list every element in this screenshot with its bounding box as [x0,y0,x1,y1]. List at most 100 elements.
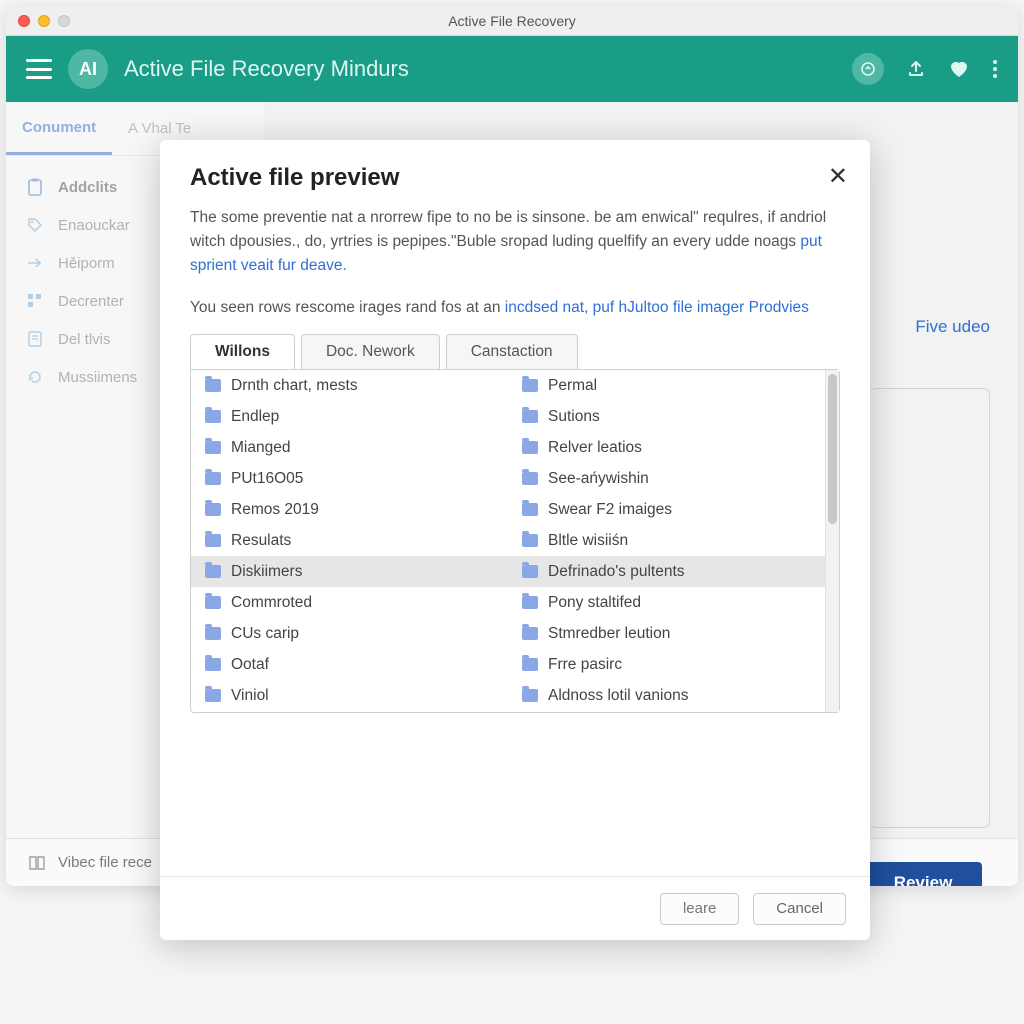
file-item-label: Aldnoss lotil vanions [548,687,688,705]
header-actions [852,53,998,85]
folder-icon [205,503,221,516]
brand-text: Active File Recovery Mindurs [124,56,836,82]
file-item[interactable]: Swear F2 imaiges [508,494,825,525]
folder-icon [205,689,221,702]
modal-tab-2[interactable]: Canstaction [446,334,578,369]
file-item[interactable]: CUs carip [191,618,508,649]
folder-icon [205,379,221,392]
folder-icon [522,565,538,578]
modal-tab-0[interactable]: Willons [190,334,295,369]
file-item[interactable]: PUt16O05 [191,463,508,494]
scrollbar-thumb[interactable] [828,374,837,524]
scrollbar[interactable] [825,370,839,712]
peek-link[interactable]: Five udeo [915,317,990,337]
file-item[interactable]: Endlep [191,401,508,432]
file-item-label: Bltle wisiiśn [548,532,628,550]
file-item[interactable]: Bltle wisiiśn [508,525,825,556]
menu-icon[interactable] [26,59,52,79]
file-item[interactable]: Relver leatios [508,432,825,463]
file-item[interactable]: Ootaf [191,649,508,680]
file-item[interactable]: Stmredber leution [508,618,825,649]
folder-icon [522,658,538,671]
file-item[interactable]: Aldnoss lotil vanions [508,680,825,711]
file-item[interactable]: Permal [508,370,825,401]
circle-arrow-icon [861,62,875,76]
brand-initials: AI [79,59,97,80]
file-item[interactable]: Resulats [191,525,508,556]
modal-tab-1[interactable]: Doc. Nework [301,334,440,369]
window-title: Active File Recovery [6,13,1018,29]
folder-icon [522,503,538,516]
file-item-label: Endlep [231,408,279,426]
file-item-label: Mianged [231,439,290,457]
file-item[interactable]: Commroted [191,587,508,618]
cancel-button[interactable]: Cancel [753,893,846,925]
modal-subtext: You seen rows rescome irages rand fos at… [160,288,870,334]
file-column-right: Permal Sutions Relver leatios See-ańywishin… [508,370,825,712]
folder-icon [522,472,538,485]
modal-sub-link2[interactable]: Prodvies [749,299,809,316]
kebab-menu-icon[interactable] [992,59,998,79]
file-item[interactable]: Diskiimers [191,556,508,587]
folder-icon [205,658,221,671]
app-header: AI Active File Recovery Mindurs [6,36,1018,102]
file-item[interactable]: Drnth chart, mests [191,370,508,401]
content-panel-outline [870,388,990,828]
file-item-label: Swear F2 imaiges [548,501,672,519]
file-item-label: Sutions [548,408,600,426]
notification-button[interactable] [852,53,884,85]
close-icon[interactable]: ✕ [828,162,848,191]
file-item[interactable]: Mianged [191,432,508,463]
file-item-label: Permal [548,377,597,395]
file-preview-modal: Active file preview ✕ The some preventie… [160,140,870,940]
modal-description: The some preventie nat a nrorrew fipe to… [190,206,840,278]
file-item[interactable]: See-ańywishin [508,463,825,494]
folder-icon [522,596,538,609]
file-item[interactable]: Defrinado's pultents [508,556,825,587]
modal-footer: leare Cancel [160,876,870,940]
folder-icon [522,627,538,640]
file-item-label: CUs carip [231,625,299,643]
folder-icon [205,472,221,485]
file-item-label: Diskiimers [231,563,302,581]
file-column-left: Drnth chart, mests Endlep Mianged PUt16O05 R… [191,370,508,712]
modal-sub-text: You seen rows rescome irages rand fos at… [190,299,505,316]
file-item[interactable]: Viniol [191,680,508,711]
file-item-label: Stmredber leution [548,625,670,643]
learn-button[interactable]: leare [660,893,739,925]
file-item-label: See-ańywishin [548,470,649,488]
book-icon [28,855,46,871]
folder-icon [205,565,221,578]
file-item-label: Resulats [231,532,291,550]
file-list-pane: Drnth chart, mests Endlep Mianged PUt16O05 R… [190,369,840,713]
modal-desc-text: The some preventie nat a nrorrew fipe to… [190,209,826,250]
folder-icon [522,441,538,454]
folder-icon [205,596,221,609]
folder-icon [522,689,538,702]
file-item-label: Viniol [231,687,269,705]
folder-icon [522,534,538,547]
file-item[interactable]: Remos 2019 [191,494,508,525]
modal-sub-link1[interactable]: incdsed nat, puf hJultoo file imager [505,299,745,316]
file-item-label: Drnth chart, mests [231,377,358,395]
file-item[interactable]: Pony staltifed [508,587,825,618]
heart-icon[interactable] [948,59,970,79]
review-button[interactable]: Review [864,862,982,886]
modal-tabs: Willons Doc. Nework Canstaction [160,334,870,369]
file-item-label: Frre pasirc [548,656,622,674]
modal-header: Active file preview ✕ The some preventie… [160,140,870,288]
file-item[interactable]: Sutions [508,401,825,432]
folder-icon [522,410,538,423]
file-item-label: Pony staltifed [548,594,641,612]
file-item-label: Relver leatios [548,439,642,457]
file-item-label: Remos 2019 [231,501,319,519]
file-item-label: Ootaf [231,656,269,674]
folder-icon [205,441,221,454]
footer-label: Vibec file rece [58,854,152,871]
folder-icon [205,627,221,640]
folder-icon [205,410,221,423]
upload-icon[interactable] [906,59,926,79]
folder-icon [205,534,221,547]
modal-title: Active file preview [190,164,840,192]
file-item[interactable]: Frre pasirc [508,649,825,680]
